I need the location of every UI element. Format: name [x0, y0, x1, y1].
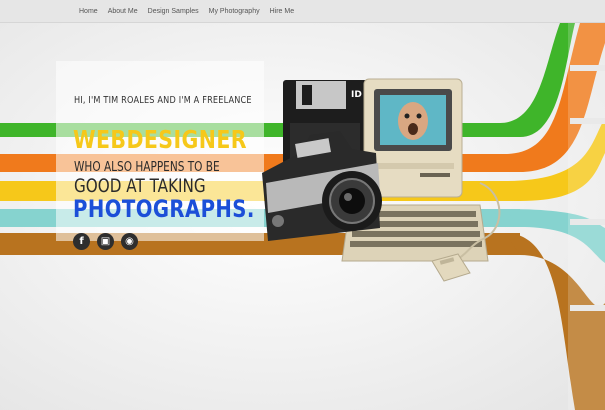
webdesigner-heading: WEBDESIGNER	[73, 125, 247, 154]
nav-hire-me[interactable]: Hire Me	[270, 8, 295, 15]
svg-text:ID: ID	[351, 90, 362, 100]
nav-design-samples[interactable]: Design Samples	[148, 8, 199, 15]
top-nav: Home About Me Design Samples My Photogra…	[0, 0, 605, 23]
nav-menu: Home About Me Design Samples My Photogra…	[74, 0, 299, 22]
nav-about-me[interactable]: About Me	[108, 8, 138, 15]
photographs-heading: PHOTOGRAPHS.	[73, 195, 255, 223]
nav-home[interactable]: Home	[79, 8, 98, 15]
subheading-line: WHO ALSO HAPPENS TO BE	[74, 159, 220, 175]
subheading-line-2: GOOD AT TAKING	[74, 175, 206, 197]
intro-line: HI, I'M TIM ROALES AND I'M A FREELANCE	[74, 95, 252, 106]
nav-my-photography[interactable]: My Photography	[209, 8, 260, 15]
camera-icon[interactable]: ◉	[121, 233, 138, 250]
facebook-icon[interactable]: f	[73, 233, 90, 250]
computer-icon[interactable]: ▣	[97, 233, 114, 250]
social-icons: f ▣ ◉	[73, 233, 138, 250]
hero-stage: ID HI, I'M TIM ROALES AND I'M A FREELANC…	[0, 23, 605, 410]
